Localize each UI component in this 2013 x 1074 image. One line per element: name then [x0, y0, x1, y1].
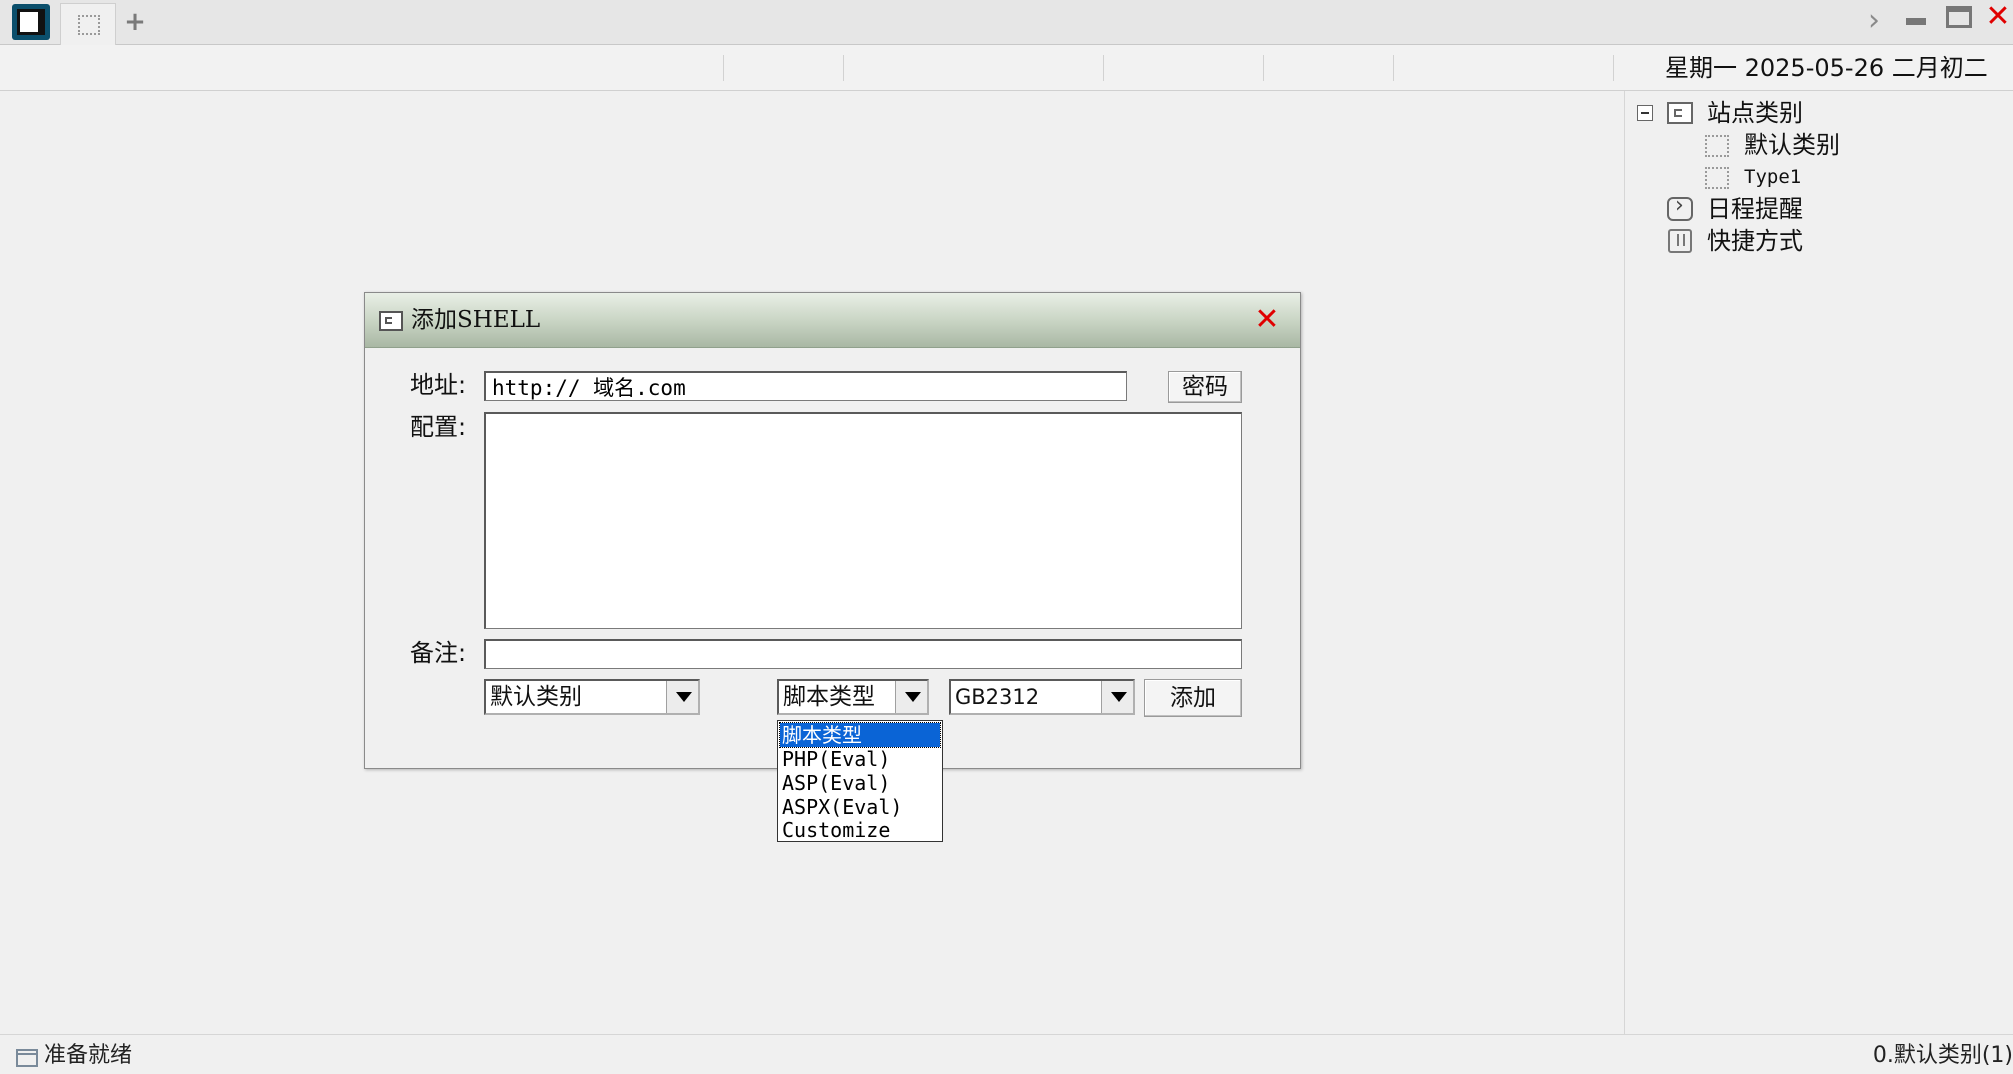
date-display: 星期一 2025-05-26 二月初二 — [1665, 54, 1988, 82]
script-type-dropdown-list: 脚本类型 PHP(Eval) ASP(Eval) ASPX(Eval) Cust… — [777, 720, 943, 842]
tab-bar: + › ✕ — [0, 0, 2013, 45]
divider — [1393, 55, 1394, 81]
dialog-close-button[interactable]: ✕ — [1251, 303, 1283, 337]
chevron-down-icon[interactable] — [666, 681, 698, 713]
config-textarea[interactable] — [484, 412, 1242, 629]
dropdown-option[interactable]: Customize — [780, 818, 940, 842]
divider — [843, 55, 844, 81]
dropdown-option[interactable]: 脚本类型 — [779, 722, 941, 748]
tree-item-shortcuts[interactable]: 快捷方式 — [1707, 226, 1803, 256]
app-logo-icon[interactable] — [12, 4, 50, 40]
category-select-value: 默认类别 — [490, 684, 582, 710]
script-type-select-value: 脚本类型 — [783, 684, 875, 710]
config-label: 配置: — [410, 413, 467, 441]
maximize-button[interactable] — [1946, 6, 1972, 28]
divider — [723, 55, 724, 81]
url-label: 地址: — [410, 371, 467, 399]
status-category-count: 0.默认类别(1) — [1872, 1043, 2013, 1068]
divider — [1263, 55, 1264, 81]
clock-icon — [1667, 193, 1693, 221]
folder-icon — [1667, 102, 1693, 124]
minimize-button[interactable] — [1906, 18, 1926, 25]
info-bar: 星期一 2025-05-26 二月初二 — [0, 45, 2013, 91]
tree-item-default-category[interactable]: 默认类别 — [1744, 130, 1840, 160]
password-button[interactable]: 密码 — [1168, 371, 1242, 403]
tree-item-type1[interactable]: Type1 — [1744, 162, 1801, 192]
dropdown-option[interactable]: ASPX(Eval) — [780, 795, 940, 819]
chevron-down-icon[interactable] — [895, 681, 927, 713]
window-status-icon — [16, 1049, 38, 1067]
script-type-select[interactable]: 脚本类型 — [777, 679, 929, 715]
encoding-select-value: GB2312 — [955, 685, 1040, 709]
dropdown-option[interactable]: PHP(Eval) — [780, 747, 940, 771]
window-close-button[interactable]: ✕ — [1984, 0, 2012, 34]
add-button[interactable]: 添加 — [1144, 679, 1242, 717]
divider — [1103, 55, 1104, 81]
collapse-toggle-icon[interactable] — [1637, 105, 1653, 121]
dashed-box-icon — [1705, 135, 1729, 157]
chevron-right-icon[interactable]: › — [1862, 4, 1886, 38]
tree-item-site-category[interactable]: 站点类别 — [1707, 98, 1803, 128]
tree-item-schedule-reminder[interactable]: 日程提醒 — [1707, 194, 1803, 224]
dialog-titlebar[interactable]: 添加SHELL ✕ — [365, 293, 1300, 348]
dialog-title: 添加SHELL — [411, 307, 541, 333]
url-input[interactable] — [484, 371, 1127, 401]
category-select[interactable]: 默认类别 — [484, 679, 700, 715]
dashed-box-icon — [1705, 167, 1729, 189]
encoding-select[interactable]: GB2312 — [949, 679, 1135, 715]
chevron-down-icon[interactable] — [1101, 681, 1133, 713]
divider — [1613, 55, 1614, 81]
window-icon — [379, 311, 403, 331]
note-label: 备注: — [410, 639, 467, 667]
add-shell-dialog: 添加SHELL ✕ 地址: 密码 配置: 备注: 默认类别 脚本类型 GB231… — [364, 292, 1301, 769]
dropdown-option[interactable]: ASP(Eval) — [780, 771, 940, 795]
category-tree-panel: 站点类别 默认类别 Type1 日程提醒 快捷方式 — [1624, 91, 2013, 1034]
status-text: 准备就绪 — [44, 1043, 133, 1068]
hand-icon — [1668, 229, 1692, 253]
note-input[interactable] — [484, 639, 1242, 669]
tab-page[interactable] — [60, 3, 116, 45]
page-icon — [78, 15, 100, 35]
status-bar: 准备就绪 0.默认类别(1) — [0, 1034, 2013, 1074]
add-tab-button[interactable]: + — [124, 6, 146, 38]
